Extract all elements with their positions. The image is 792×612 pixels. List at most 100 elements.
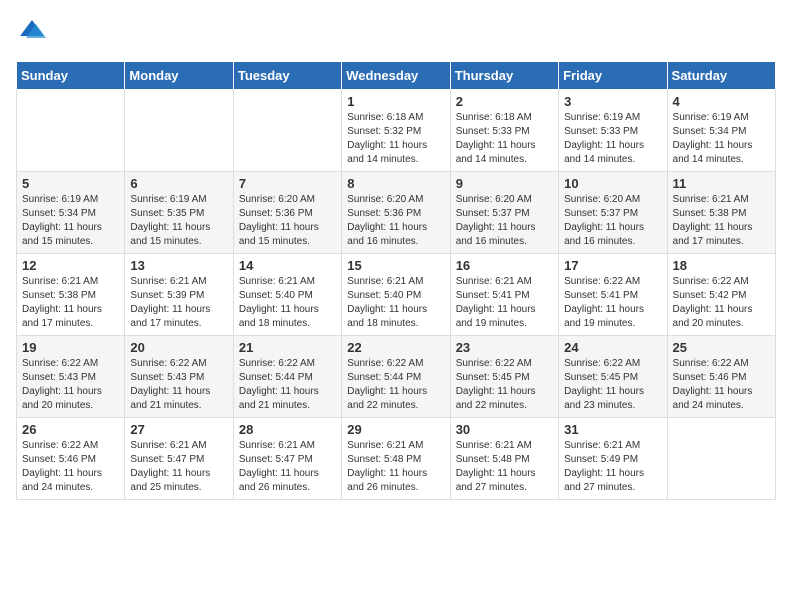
logo-icon: [18, 16, 46, 44]
calendar-cell: 27 Sunrise: 6:21 AM Sunset: 5:47 PM Dayli…: [125, 418, 233, 500]
day-info: Sunrise: 6:21 AM Sunset: 5:40 PM Dayligh…: [239, 275, 336, 331]
logo: [16, 16, 46, 49]
calendar-week-row: 26 Sunrise: 6:22 AM Sunset: 5:46 PM Dayli…: [17, 418, 776, 500]
day-info: Sunrise: 6:22 AM Sunset: 5:46 PM Dayligh…: [22, 439, 119, 495]
day-info: Sunrise: 6:21 AM Sunset: 5:38 PM Dayligh…: [673, 193, 770, 249]
day-number: 19: [22, 340, 119, 355]
day-info: Sunrise: 6:21 AM Sunset: 5:38 PM Dayligh…: [22, 275, 119, 331]
day-info: Sunrise: 6:20 AM Sunset: 5:36 PM Dayligh…: [239, 193, 336, 249]
day-number: 4: [673, 94, 770, 109]
calendar-week-row: 12 Sunrise: 6:21 AM Sunset: 5:38 PM Dayli…: [17, 254, 776, 336]
calendar-cell: 18 Sunrise: 6:22 AM Sunset: 5:42 PM Dayli…: [667, 254, 775, 336]
calendar-header-sunday: Sunday: [17, 62, 125, 90]
day-number: 13: [130, 258, 227, 273]
day-number: 28: [239, 422, 336, 437]
calendar-header-monday: Monday: [125, 62, 233, 90]
calendar-header-friday: Friday: [559, 62, 667, 90]
calendar-cell: 10 Sunrise: 6:20 AM Sunset: 5:37 PM Dayli…: [559, 172, 667, 254]
day-info: Sunrise: 6:19 AM Sunset: 5:35 PM Dayligh…: [130, 193, 227, 249]
day-number: 25: [673, 340, 770, 355]
calendar-cell: 29 Sunrise: 6:21 AM Sunset: 5:48 PM Dayli…: [342, 418, 450, 500]
day-info: Sunrise: 6:19 AM Sunset: 5:34 PM Dayligh…: [673, 111, 770, 167]
day-info: Sunrise: 6:21 AM Sunset: 5:40 PM Dayligh…: [347, 275, 444, 331]
day-info: Sunrise: 6:22 AM Sunset: 5:44 PM Dayligh…: [347, 357, 444, 413]
day-info: Sunrise: 6:18 AM Sunset: 5:32 PM Dayligh…: [347, 111, 444, 167]
day-info: Sunrise: 6:22 AM Sunset: 5:42 PM Dayligh…: [673, 275, 770, 331]
calendar-week-row: 1 Sunrise: 6:18 AM Sunset: 5:32 PM Daylig…: [17, 90, 776, 172]
day-info: Sunrise: 6:20 AM Sunset: 5:36 PM Dayligh…: [347, 193, 444, 249]
day-number: 10: [564, 176, 661, 191]
day-number: 12: [22, 258, 119, 273]
day-number: 18: [673, 258, 770, 273]
day-number: 20: [130, 340, 227, 355]
calendar-cell: 4 Sunrise: 6:19 AM Sunset: 5:34 PM Daylig…: [667, 90, 775, 172]
calendar-cell: 12 Sunrise: 6:21 AM Sunset: 5:38 PM Dayli…: [17, 254, 125, 336]
day-number: 21: [239, 340, 336, 355]
day-info: Sunrise: 6:20 AM Sunset: 5:37 PM Dayligh…: [564, 193, 661, 249]
day-number: 31: [564, 422, 661, 437]
day-info: Sunrise: 6:22 AM Sunset: 5:41 PM Dayligh…: [564, 275, 661, 331]
day-number: 11: [673, 176, 770, 191]
calendar-cell: 24 Sunrise: 6:22 AM Sunset: 5:45 PM Dayli…: [559, 336, 667, 418]
calendar-cell: 28 Sunrise: 6:21 AM Sunset: 5:47 PM Dayli…: [233, 418, 341, 500]
calendar-cell: [667, 418, 775, 500]
calendar-cell: 6Sunrise: 6:19 AM Sunset: 5:35 PM Daylig…: [125, 172, 233, 254]
day-info: Sunrise: 6:21 AM Sunset: 5:48 PM Dayligh…: [456, 439, 553, 495]
page-header: [16, 16, 776, 49]
calendar-cell: 22Sunrise: 6:22 AM Sunset: 5:44 PM Dayli…: [342, 336, 450, 418]
calendar-cell: 13Sunrise: 6:21 AM Sunset: 5:39 PM Dayli…: [125, 254, 233, 336]
day-number: 30: [456, 422, 553, 437]
calendar-week-row: 19 Sunrise: 6:22 AM Sunset: 5:43 PM Dayli…: [17, 336, 776, 418]
calendar-cell: 11 Sunrise: 6:21 AM Sunset: 5:38 PM Dayli…: [667, 172, 775, 254]
day-number: 2: [456, 94, 553, 109]
calendar-cell: 15Sunrise: 6:21 AM Sunset: 5:40 PM Dayli…: [342, 254, 450, 336]
calendar-cell: 2Sunrise: 6:18 AM Sunset: 5:33 PM Daylig…: [450, 90, 558, 172]
calendar-cell: 5Sunrise: 6:19 AM Sunset: 5:34 PM Daylig…: [17, 172, 125, 254]
calendar-header-tuesday: Tuesday: [233, 62, 341, 90]
calendar-cell: 30 Sunrise: 6:21 AM Sunset: 5:48 PM Dayli…: [450, 418, 558, 500]
day-number: 8: [347, 176, 444, 191]
day-info: Sunrise: 6:22 AM Sunset: 5:45 PM Dayligh…: [456, 357, 553, 413]
calendar-cell: 25 Sunrise: 6:22 AM Sunset: 5:46 PM Dayli…: [667, 336, 775, 418]
day-number: 5: [22, 176, 119, 191]
calendar-cell: 8 Sunrise: 6:20 AM Sunset: 5:36 PM Daylig…: [342, 172, 450, 254]
calendar-cell: 16Sunrise: 6:21 AM Sunset: 5:41 PM Dayli…: [450, 254, 558, 336]
calendar-header-wednesday: Wednesday: [342, 62, 450, 90]
day-number: 29: [347, 422, 444, 437]
calendar-cell: 20 Sunrise: 6:22 AM Sunset: 5:43 PM Dayli…: [125, 336, 233, 418]
day-number: 7: [239, 176, 336, 191]
calendar-header-saturday: Saturday: [667, 62, 775, 90]
day-info: Sunrise: 6:22 AM Sunset: 5:43 PM Dayligh…: [22, 357, 119, 413]
calendar-cell: 9Sunrise: 6:20 AM Sunset: 5:37 PM Daylig…: [450, 172, 558, 254]
day-number: 24: [564, 340, 661, 355]
calendar-cell: 26 Sunrise: 6:22 AM Sunset: 5:46 PM Dayli…: [17, 418, 125, 500]
calendar-header-row: SundayMondayTuesdayWednesdayThursdayFrid…: [17, 62, 776, 90]
day-info: Sunrise: 6:21 AM Sunset: 5:48 PM Dayligh…: [347, 439, 444, 495]
day-info: Sunrise: 6:21 AM Sunset: 5:49 PM Dayligh…: [564, 439, 661, 495]
day-info: Sunrise: 6:22 AM Sunset: 5:45 PM Dayligh…: [564, 357, 661, 413]
day-number: 26: [22, 422, 119, 437]
calendar-week-row: 5Sunrise: 6:19 AM Sunset: 5:34 PM Daylig…: [17, 172, 776, 254]
day-info: Sunrise: 6:21 AM Sunset: 5:41 PM Dayligh…: [456, 275, 553, 331]
day-number: 27: [130, 422, 227, 437]
calendar-cell: 1 Sunrise: 6:18 AM Sunset: 5:32 PM Daylig…: [342, 90, 450, 172]
calendar-table: SundayMondayTuesdayWednesdayThursdayFrid…: [16, 61, 776, 500]
calendar-cell: [125, 90, 233, 172]
day-info: Sunrise: 6:22 AM Sunset: 5:46 PM Dayligh…: [673, 357, 770, 413]
calendar-cell: 21 Sunrise: 6:22 AM Sunset: 5:44 PM Dayli…: [233, 336, 341, 418]
calendar-cell: 3Sunrise: 6:19 AM Sunset: 5:33 PM Daylig…: [559, 90, 667, 172]
day-info: Sunrise: 6:22 AM Sunset: 5:43 PM Dayligh…: [130, 357, 227, 413]
day-info: Sunrise: 6:21 AM Sunset: 5:47 PM Dayligh…: [130, 439, 227, 495]
day-info: Sunrise: 6:22 AM Sunset: 5:44 PM Dayligh…: [239, 357, 336, 413]
calendar-cell: 31 Sunrise: 6:21 AM Sunset: 5:49 PM Dayli…: [559, 418, 667, 500]
day-number: 1: [347, 94, 444, 109]
day-info: Sunrise: 6:21 AM Sunset: 5:47 PM Dayligh…: [239, 439, 336, 495]
day-info: Sunrise: 6:20 AM Sunset: 5:37 PM Dayligh…: [456, 193, 553, 249]
calendar-cell: 14 Sunrise: 6:21 AM Sunset: 5:40 PM Dayli…: [233, 254, 341, 336]
day-number: 14: [239, 258, 336, 273]
day-info: Sunrise: 6:19 AM Sunset: 5:33 PM Dayligh…: [564, 111, 661, 167]
day-number: 17: [564, 258, 661, 273]
calendar-cell: [17, 90, 125, 172]
calendar-cell: 23Sunrise: 6:22 AM Sunset: 5:45 PM Dayli…: [450, 336, 558, 418]
calendar-cell: 7 Sunrise: 6:20 AM Sunset: 5:36 PM Daylig…: [233, 172, 341, 254]
